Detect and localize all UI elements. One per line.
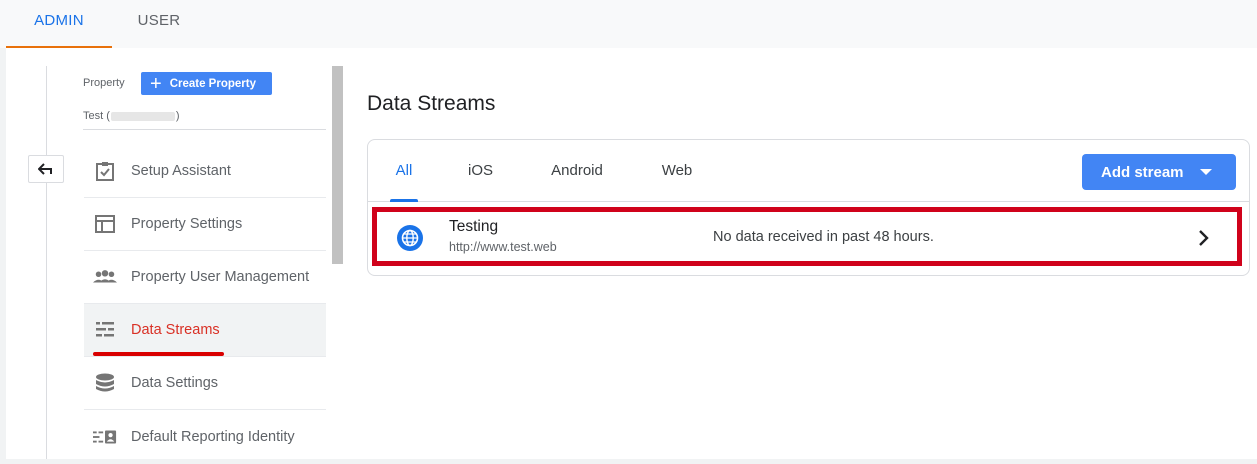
tab-web[interactable]: Web (653, 140, 701, 202)
stream-name: Testing (449, 218, 499, 235)
stream-row[interactable]: Testing http://www.test.web No data rece… (372, 207, 1242, 266)
page-title: Data Streams (367, 92, 496, 115)
property-label: Property (83, 77, 125, 89)
database-icon (93, 371, 117, 395)
stream-status: No data received in past 48 hours. (713, 229, 934, 245)
admin-nav: Setup Assistant Property Settings Proper… (84, 145, 326, 463)
people-icon (93, 265, 117, 289)
globe-icon (397, 225, 423, 251)
nav-item-data-settings[interactable]: Data Settings (84, 357, 326, 410)
tab-android[interactable]: Android (538, 140, 616, 202)
streams-icon (93, 318, 117, 342)
create-property-label: Create Property (169, 77, 256, 90)
layout-icon (93, 212, 117, 236)
property-divider (83, 129, 326, 130)
chevron-right-icon (1199, 230, 1209, 246)
create-property-button[interactable]: + Create Property (141, 72, 272, 95)
nav-label: Property User Management (131, 269, 310, 285)
nav-label: Default Reporting Identity (131, 428, 295, 445)
clipboard-check-icon (93, 159, 117, 183)
tab-all[interactable]: All (380, 140, 428, 202)
stream-url: http://www.test.web (449, 240, 557, 254)
nav-item-data-streams[interactable]: Data Streams (84, 304, 326, 357)
back-rail (46, 66, 47, 459)
add-stream-label: Add stream (1101, 163, 1184, 181)
tab-ios[interactable]: iOS (458, 140, 503, 202)
nav-item-default-reporting-identity[interactable]: Default Reporting Identity (84, 410, 326, 463)
chevron-down-icon (1199, 169, 1212, 175)
identity-icon (93, 425, 117, 449)
active-underline (93, 352, 224, 356)
nav-label: Data Settings (131, 375, 219, 391)
tab-admin[interactable]: ADMIN (6, 0, 112, 48)
nav-item-property-settings[interactable]: Property Settings (84, 198, 326, 251)
tab-user[interactable]: USER (112, 0, 206, 48)
data-streams-card: All iOS Android Web Add stream Testing h… (367, 139, 1250, 276)
left-gutter (0, 48, 6, 464)
back-button[interactable] (28, 155, 64, 183)
add-stream-button[interactable]: Add stream (1082, 154, 1236, 190)
nav-item-setup-assistant[interactable]: Setup Assistant (84, 145, 326, 198)
nav-label: Data Streams (131, 322, 220, 338)
redacted-id (110, 111, 175, 121)
nav-label: Property Settings (131, 216, 243, 232)
back-arrow-icon (38, 163, 52, 175)
property-name[interactable]: Test () (83, 110, 180, 122)
nav-item-property-user-management[interactable]: Property User Management (84, 251, 326, 304)
top-tab-bar: ADMIN USER (0, 0, 1257, 48)
nav-label: Setup Assistant (131, 163, 231, 179)
plus-icon: + (150, 72, 162, 95)
scrollbar[interactable] (332, 66, 343, 264)
stream-filter-tabs: All iOS Android Web Add stream (368, 140, 1249, 202)
